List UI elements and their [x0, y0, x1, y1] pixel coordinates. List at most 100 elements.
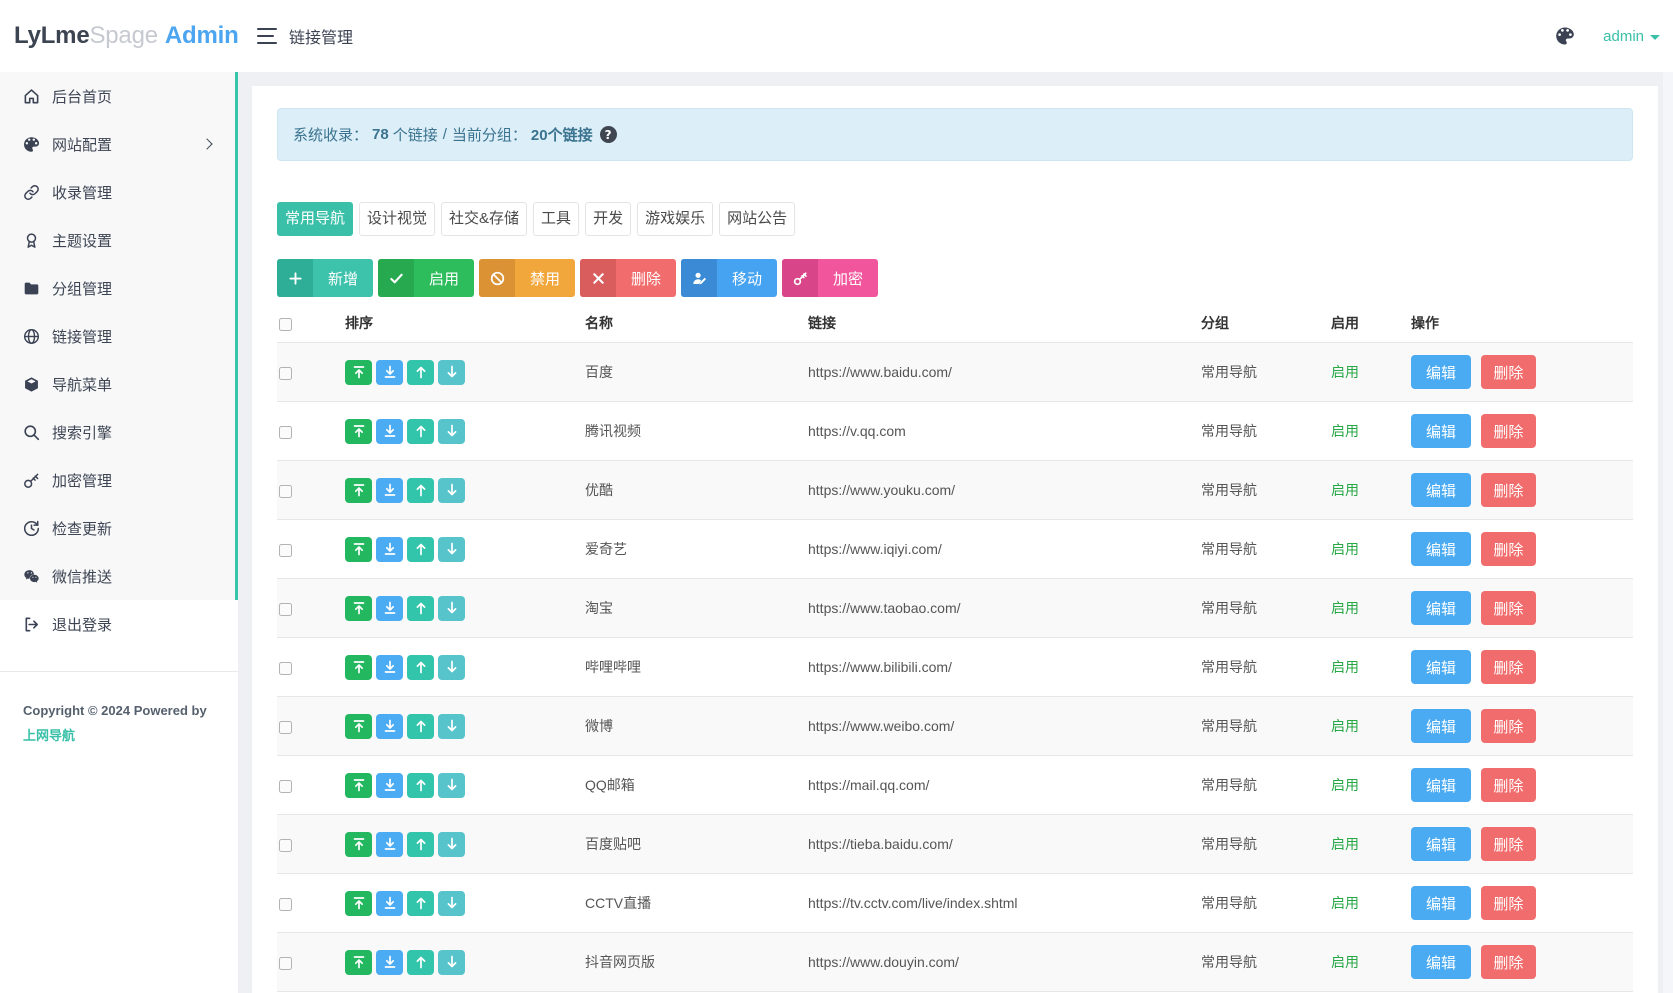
move-up-button[interactable] [407, 773, 434, 798]
row-checkbox[interactable] [279, 957, 292, 970]
move-down-button[interactable] [438, 714, 465, 739]
move-top-button[interactable] [345, 655, 372, 680]
edit-button[interactable]: 编辑 [1411, 532, 1471, 566]
sidebar-item-encryption[interactable]: 加密管理 [0, 456, 235, 504]
sidebar-item-links[interactable]: 链接管理 [0, 312, 235, 360]
sidebar-item-home[interactable]: 后台首页 [0, 72, 235, 120]
move-top-button[interactable] [345, 891, 372, 916]
edit-button[interactable]: 编辑 [1411, 650, 1471, 684]
move-down-button[interactable] [438, 537, 465, 562]
menu-toggle-icon[interactable] [257, 28, 277, 44]
move-bottom-button[interactable] [376, 478, 403, 503]
enable-button[interactable]: 启用 [378, 259, 474, 297]
tab-dev[interactable]: 开发 [585, 202, 631, 236]
row-checkbox[interactable] [279, 662, 292, 675]
tab-games[interactable]: 游戏娱乐 [637, 202, 713, 236]
move-button[interactable]: 移动 [681, 259, 777, 297]
sidebar-item-search-engine[interactable]: 搜索引擎 [0, 408, 235, 456]
edit-button[interactable]: 编辑 [1411, 945, 1471, 979]
move-up-button[interactable] [407, 832, 434, 857]
move-top-button[interactable] [345, 950, 372, 975]
tab-social-storage[interactable]: 社交&存储 [441, 202, 527, 236]
move-down-button[interactable] [438, 478, 465, 503]
disable-button[interactable]: 禁用 [479, 259, 575, 297]
edit-button[interactable]: 编辑 [1411, 355, 1471, 389]
move-up-button[interactable] [407, 655, 434, 680]
move-bottom-button[interactable] [376, 419, 403, 444]
copyright-link[interactable]: 上网导航 [23, 728, 75, 743]
row-checkbox[interactable] [279, 721, 292, 734]
move-bottom-button[interactable] [376, 596, 403, 621]
encrypt-button[interactable]: 加密 [782, 259, 878, 297]
row-checkbox[interactable] [279, 426, 292, 439]
sidebar-item-wechat-push[interactable]: 微信推送 [0, 552, 235, 600]
delete-button[interactable]: 删除 [1481, 827, 1536, 861]
delete-button[interactable]: 删除 [1481, 768, 1536, 802]
tab-tools[interactable]: 工具 [533, 202, 579, 236]
question-circle-icon[interactable]: ? [600, 126, 617, 143]
row-checkbox[interactable] [279, 367, 292, 380]
move-up-button[interactable] [407, 360, 434, 385]
move-up-button[interactable] [407, 950, 434, 975]
delete-button[interactable]: 删除 [1481, 945, 1536, 979]
tab-announcement[interactable]: 网站公告 [719, 202, 795, 236]
edit-button[interactable]: 编辑 [1411, 709, 1471, 743]
row-checkbox[interactable] [279, 839, 292, 852]
move-bottom-button[interactable] [376, 950, 403, 975]
move-down-button[interactable] [438, 773, 465, 798]
move-up-button[interactable] [407, 714, 434, 739]
delete-button[interactable]: 删除 [1481, 591, 1536, 625]
move-bottom-button[interactable] [376, 714, 403, 739]
logo[interactable]: LyLmeSpageAdmin [0, 0, 238, 72]
sidebar-item-site-config[interactable]: 网站配置 [0, 120, 235, 168]
delete-button[interactable]: 删除 [1481, 886, 1536, 920]
user-menu[interactable]: admin [1603, 28, 1660, 45]
sidebar-item-logout[interactable]: 退出登录 [0, 600, 238, 648]
move-down-button[interactable] [438, 891, 465, 916]
move-top-button[interactable] [345, 419, 372, 444]
tab-common-nav[interactable]: 常用导航 [277, 202, 353, 236]
move-up-button[interactable] [407, 537, 434, 562]
sidebar-item-theme[interactable]: 主题设置 [0, 216, 235, 264]
delete-button[interactable]: 删除 [1481, 473, 1536, 507]
move-up-button[interactable] [407, 891, 434, 916]
move-down-button[interactable] [438, 419, 465, 444]
delete-button[interactable]: 删除 [1481, 414, 1536, 448]
edit-button[interactable]: 编辑 [1411, 886, 1471, 920]
move-bottom-button[interactable] [376, 537, 403, 562]
scrollbar-track[interactable] [1663, 72, 1673, 993]
select-all-checkbox[interactable] [279, 318, 292, 331]
delete-button[interactable]: 删除 [1481, 709, 1536, 743]
tab-design[interactable]: 设计视觉 [359, 202, 435, 236]
move-top-button[interactable] [345, 360, 372, 385]
move-bottom-button[interactable] [376, 655, 403, 680]
row-checkbox[interactable] [279, 780, 292, 793]
edit-button[interactable]: 编辑 [1411, 827, 1471, 861]
row-checkbox[interactable] [279, 603, 292, 616]
theme-palette-icon[interactable] [1555, 26, 1575, 46]
edit-button[interactable]: 编辑 [1411, 473, 1471, 507]
sidebar-item-check-update[interactable]: 检查更新 [0, 504, 235, 552]
add-button[interactable]: 新增 [277, 259, 373, 297]
edit-button[interactable]: 编辑 [1411, 768, 1471, 802]
move-bottom-button[interactable] [376, 360, 403, 385]
move-down-button[interactable] [438, 832, 465, 857]
move-down-button[interactable] [438, 655, 465, 680]
move-top-button[interactable] [345, 596, 372, 621]
move-bottom-button[interactable] [376, 891, 403, 916]
sidebar-item-groups[interactable]: 分组管理 [0, 264, 235, 312]
delete-button[interactable]: 删除 [1481, 355, 1536, 389]
move-top-button[interactable] [345, 832, 372, 857]
move-up-button[interactable] [407, 478, 434, 503]
sidebar-item-collection[interactable]: 收录管理 [0, 168, 235, 216]
edit-button[interactable]: 编辑 [1411, 591, 1471, 625]
move-down-button[interactable] [438, 950, 465, 975]
move-top-button[interactable] [345, 537, 372, 562]
move-top-button[interactable] [345, 773, 372, 798]
edit-button[interactable]: 编辑 [1411, 414, 1471, 448]
move-up-button[interactable] [407, 419, 434, 444]
move-down-button[interactable] [438, 596, 465, 621]
move-down-button[interactable] [438, 360, 465, 385]
delete-button[interactable]: 删除 [580, 259, 676, 297]
move-bottom-button[interactable] [376, 773, 403, 798]
